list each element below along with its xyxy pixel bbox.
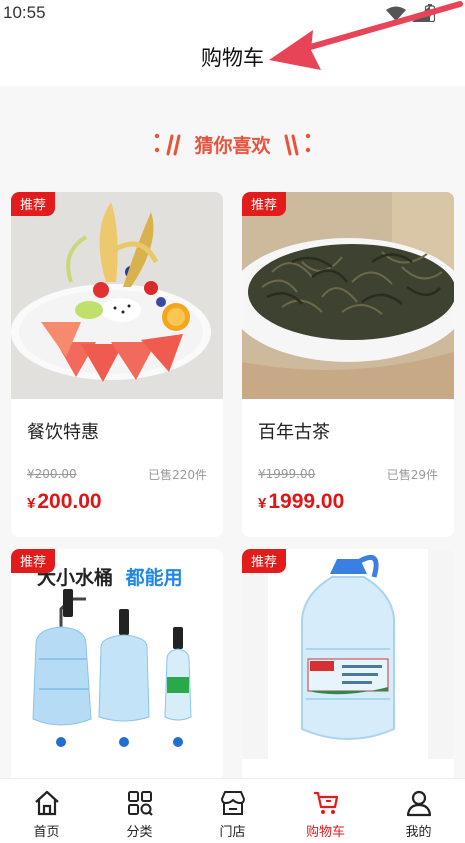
image-caption: 大小水桶 都能用	[37, 563, 183, 590]
nav-label: 我的	[405, 825, 432, 840]
store-icon	[220, 791, 245, 815]
product-price: ¥1999.00	[258, 490, 344, 514]
decor-right-icon	[281, 132, 311, 156]
user-icon	[406, 790, 431, 817]
category-icon	[127, 791, 153, 816]
header: 购物车	[0, 28, 465, 86]
price-value: 1999.00	[268, 490, 345, 513]
original-price: ¥1999.00	[258, 467, 316, 481]
nav-store[interactable]: 门店	[186, 779, 279, 843]
product-image	[242, 192, 454, 399]
wifi-icon	[386, 6, 406, 21]
nav-label: 分类	[126, 825, 153, 840]
sold-count: 已售29件	[386, 468, 438, 482]
product-name: 餐饮特惠	[27, 422, 99, 443]
page-title: 购物车	[201, 46, 264, 70]
sold-count: 已售220件	[148, 468, 207, 482]
product-card[interactable]: 推荐	[242, 549, 454, 789]
decor-left-icon	[154, 132, 184, 156]
product-card[interactable]: 推荐	[11, 192, 223, 537]
image-caption-highlight: 都能用	[125, 567, 183, 589]
nav-home[interactable]: 首页	[0, 779, 93, 843]
status-bar: 10:55	[0, 0, 465, 28]
status-time: 10:55	[3, 3, 46, 22]
product-image	[11, 192, 223, 399]
status-icons	[386, 6, 430, 22]
nav-label: 购物车	[305, 825, 345, 840]
original-price: ¥200.00	[27, 467, 77, 481]
recommend-badge: 推荐	[11, 549, 56, 573]
nav-profile[interactable]: 我的	[372, 779, 465, 843]
currency-symbol: ¥	[258, 495, 267, 512]
home-icon	[34, 790, 59, 816]
product-image: 大小水桶 都能用	[11, 549, 223, 759]
recommend-badge: 推荐	[242, 192, 287, 216]
nav-category[interactable]: 分类	[93, 779, 186, 843]
cart-icon	[313, 791, 338, 814]
recommend-badge: 推荐	[11, 192, 56, 216]
product-card[interactable]: 推荐 百年古茶 ¥1999.00 已售29件 ¥1999.00	[242, 192, 454, 537]
recommend-badge: 推荐	[242, 549, 287, 573]
product-name: 百年古茶	[258, 422, 330, 443]
bottom-nav: 首页 分类 门店 购物车 我的	[0, 778, 465, 843]
nav-label: 首页	[33, 825, 60, 840]
product-price: ¥200.00	[27, 490, 102, 514]
nav-cart[interactable]: 购物车	[279, 779, 372, 843]
nav-label: 门店	[219, 825, 246, 840]
battery-icon	[425, 4, 435, 22]
currency-symbol: ¥	[27, 495, 36, 512]
price-value: 200.00	[37, 490, 102, 513]
product-image	[242, 549, 454, 759]
product-card[interactable]: 推荐 大小水桶 都能用	[11, 549, 223, 789]
recommend-title: 猜你喜欢	[194, 134, 271, 157]
recommend-heading: 猜你喜欢	[0, 126, 465, 162]
